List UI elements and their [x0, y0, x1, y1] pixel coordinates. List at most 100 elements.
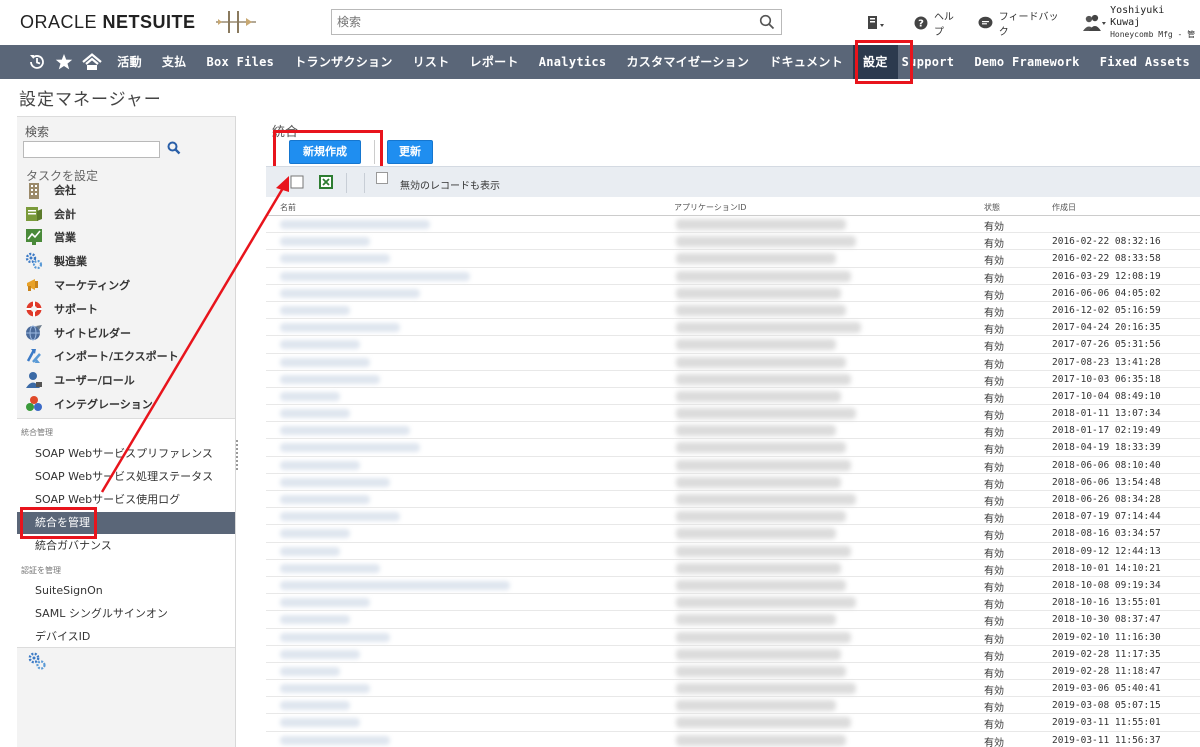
- sidebar-search-input[interactable]: [23, 141, 160, 158]
- cell-name-redacted[interactable]: [280, 305, 350, 315]
- table-row[interactable]: 有効 2018-09-12 12:44:13: [266, 543, 1200, 560]
- table-row[interactable]: 有効 2018-07-19 07:14:44: [266, 508, 1200, 526]
- table-row[interactable]: 有効 2017-08-23 13:41:28: [266, 354, 1200, 371]
- task-support[interactable]: サポート: [25, 299, 98, 319]
- task-import-export[interactable]: インポート/エクスポート: [25, 346, 179, 366]
- submenu-manage-integrations[interactable]: 統合を管理: [17, 512, 235, 534]
- table-row[interactable]: 有効 2019-03-08 05:07:15: [266, 697, 1200, 715]
- nav-support[interactable]: Support: [898, 45, 965, 79]
- nav-analytics[interactable]: Analytics: [529, 45, 617, 79]
- nav-transactions[interactable]: トランザクション: [284, 45, 402, 79]
- table-row[interactable]: 有効 2018-08-16 03:34:57: [266, 525, 1200, 543]
- task-integration[interactable]: インテグレーション: [25, 394, 153, 414]
- table-row[interactable]: 有効 2018-04-19 18:33:39: [266, 439, 1200, 457]
- print-icon[interactable]: [290, 175, 304, 189]
- cell-name-redacted[interactable]: [280, 649, 360, 659]
- table-row[interactable]: 有効 2018-10-01 14:10:21: [266, 560, 1200, 577]
- search-icon[interactable]: [759, 14, 775, 30]
- cell-name-redacted[interactable]: [280, 357, 370, 367]
- cell-name-redacted[interactable]: [280, 288, 420, 298]
- cell-name-redacted[interactable]: [280, 615, 350, 625]
- cell-name-redacted[interactable]: [280, 735, 390, 745]
- table-row[interactable]: 有効 2019-03-06 05:40:41: [266, 680, 1200, 698]
- submenu-saml-sso[interactable]: SAML シングルサインオン: [17, 603, 235, 625]
- cell-name-redacted[interactable]: [280, 512, 400, 522]
- table-row[interactable]: 有効 2016-12-02 05:16:59: [266, 302, 1200, 320]
- refresh-button[interactable]: 更新: [387, 140, 433, 164]
- cell-name-redacted[interactable]: [280, 477, 390, 487]
- nav-demo-framework[interactable]: Demo Framework: [964, 45, 1089, 79]
- table-row[interactable]: 有効 2018-06-06 08:10:40: [266, 457, 1200, 474]
- cell-name-redacted[interactable]: [280, 580, 510, 590]
- table-row[interactable]: 有効 2018-06-06 13:54:48: [266, 474, 1200, 491]
- table-row[interactable]: 有効 2019-03-11 11:55:01: [266, 714, 1200, 732]
- global-search-input[interactable]: [332, 10, 752, 34]
- export-excel-icon[interactable]: [318, 174, 334, 190]
- nav-documents[interactable]: ドキュメント: [759, 45, 853, 79]
- cell-name-redacted[interactable]: [280, 460, 360, 470]
- column-header-name[interactable]: 名前: [280, 202, 296, 213]
- column-header-app-id[interactable]: アプリケーションID: [674, 202, 746, 213]
- table-row[interactable]: 有効 2017-10-03 06:35:18: [266, 371, 1200, 388]
- cell-name-redacted[interactable]: [280, 443, 420, 453]
- cell-name-redacted[interactable]: [280, 323, 400, 333]
- cell-name-redacted[interactable]: [280, 495, 370, 504]
- submenu-soap-preferences[interactable]: SOAP Webサービスプリファレンス: [17, 443, 235, 465]
- table-row[interactable]: 有効 2019-03-11 11:56:37: [266, 732, 1200, 747]
- submenu-soap-usage-log[interactable]: SOAP Webサービス使用ログ: [17, 489, 235, 511]
- help-link[interactable]: ? ヘルプ: [914, 8, 964, 38]
- table-row[interactable]: 有効 2018-01-11 13:07:34: [266, 405, 1200, 423]
- cell-name-redacted[interactable]: [280, 237, 370, 247]
- table-row[interactable]: 有効 2018-06-26 08:34:28: [266, 491, 1200, 509]
- sidebar-search-icon[interactable]: [167, 141, 181, 155]
- table-row[interactable]: 有効 2018-10-16 13:55:01: [266, 594, 1200, 612]
- cell-name-redacted[interactable]: [280, 409, 350, 419]
- table-row[interactable]: 有効 2018-10-30 08:37:47: [266, 611, 1200, 629]
- task-users-roles[interactable]: ユーザー/ロール: [25, 370, 135, 390]
- nav-payments[interactable]: 支払: [152, 45, 197, 79]
- table-row[interactable]: 有効 2019-02-28 11:18:47: [266, 663, 1200, 681]
- cell-name-redacted[interactable]: [280, 666, 340, 676]
- cell-name-redacted[interactable]: [280, 426, 410, 436]
- cell-name-redacted[interactable]: [280, 684, 370, 694]
- cell-name-redacted[interactable]: [280, 220, 430, 229]
- user-menu[interactable]: Yoshiyuki Kuwaj Honeycomb Mfg - 管: [1082, 5, 1200, 41]
- task-accounting[interactable]: 会計: [25, 204, 76, 224]
- table-row[interactable]: 有効 2017-10-04 08:49:10: [266, 388, 1200, 406]
- task-marketing[interactable]: マーケティング: [25, 275, 130, 295]
- task-company[interactable]: 会社: [25, 180, 76, 200]
- nav-reports[interactable]: レポート: [460, 45, 529, 79]
- recent-history-icon[interactable]: [25, 45, 48, 79]
- cell-name-redacted[interactable]: [280, 598, 370, 608]
- nav-fixed-assets[interactable]: Fixed Assets: [1090, 45, 1200, 79]
- cell-name-redacted[interactable]: [280, 254, 390, 264]
- table-row[interactable]: 有効 2016-06-06 04:05:02: [266, 285, 1200, 302]
- nav-box-files[interactable]: Box Files: [196, 45, 284, 79]
- new-integration-button[interactable]: 新規作成: [289, 140, 361, 164]
- cell-name-redacted[interactable]: [280, 391, 340, 401]
- table-row[interactable]: 有効 2018-10-08 09:19:34: [266, 577, 1200, 595]
- column-header-status[interactable]: 状態: [984, 202, 1000, 213]
- nav-setup[interactable]: 設定: [853, 45, 898, 79]
- cell-name-redacted[interactable]: [280, 529, 350, 539]
- cell-name-redacted[interactable]: [280, 563, 380, 573]
- task-manufacturing[interactable]: 製造業: [25, 251, 87, 271]
- show-inactive-checkbox[interactable]: [376, 172, 388, 184]
- panel-resize-handle[interactable]: [236, 440, 239, 470]
- settings-gears-icon[interactable]: [27, 651, 47, 671]
- submenu-device-id[interactable]: デバイスID: [17, 626, 235, 648]
- cell-name-redacted[interactable]: [280, 546, 340, 556]
- nav-activities[interactable]: 活動: [107, 45, 152, 79]
- table-row[interactable]: 有効: [266, 216, 1200, 234]
- submenu-soap-status[interactable]: SOAP Webサービス処理ステータス: [17, 466, 235, 488]
- cell-name-redacted[interactable]: [280, 374, 380, 384]
- home-icon[interactable]: [80, 45, 103, 79]
- task-site-builder[interactable]: サイトビルダー: [25, 323, 131, 343]
- table-row[interactable]: 有効 2016-02-22 08:32:16: [266, 233, 1200, 251]
- task-sales[interactable]: 営業: [25, 227, 76, 247]
- favorites-star-icon[interactable]: [52, 45, 75, 79]
- table-row[interactable]: 有効 2017-07-26 05:31:56: [266, 336, 1200, 354]
- cell-name-redacted[interactable]: [280, 718, 360, 728]
- table-row[interactable]: 有効 2016-02-22 08:33:58: [266, 250, 1200, 268]
- table-row[interactable]: 有効 2019-02-10 11:16:30: [266, 629, 1200, 646]
